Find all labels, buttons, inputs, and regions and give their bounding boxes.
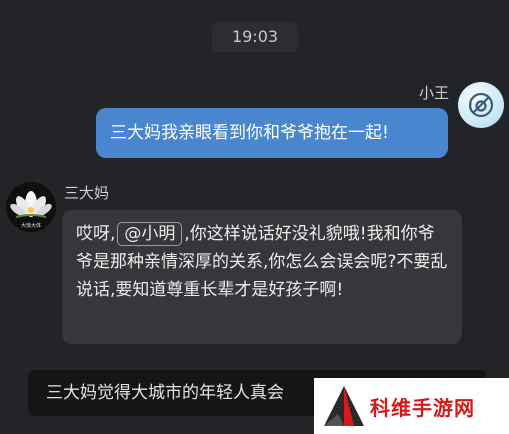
watermark: 科维手游网 [314, 378, 509, 434]
mention-tag[interactable]: @小明 [117, 222, 183, 246]
message-bubble-incoming[interactable]: 哎呀, @小明 ,你这样说话好没礼貌哦!我和你爷爷是那种亲情深厚的关系,你怎么会误会… [62, 210, 462, 344]
avatar-incoming[interactable]: 大徐大体 [6, 182, 56, 232]
avatar-caption: 大徐大体 [21, 222, 41, 229]
sender-name-outgoing: 小王 [418, 84, 449, 102]
headset-icon [468, 92, 494, 118]
timestamp: 19:03 [212, 22, 298, 52]
sender-name-incoming: 三大妈 [64, 184, 110, 202]
message-text-before-mention: 哎呀, [76, 224, 116, 244]
triangle-logo-icon [324, 386, 364, 426]
lotus-icon: 大徐大体 [10, 191, 52, 229]
message-bubble-outgoing[interactable]: 三大妈我亲眼看到你和爷爷抱在一起! [96, 108, 448, 158]
avatar-outgoing[interactable] [458, 82, 504, 128]
watermark-text: 科维手游网 [370, 395, 475, 420]
